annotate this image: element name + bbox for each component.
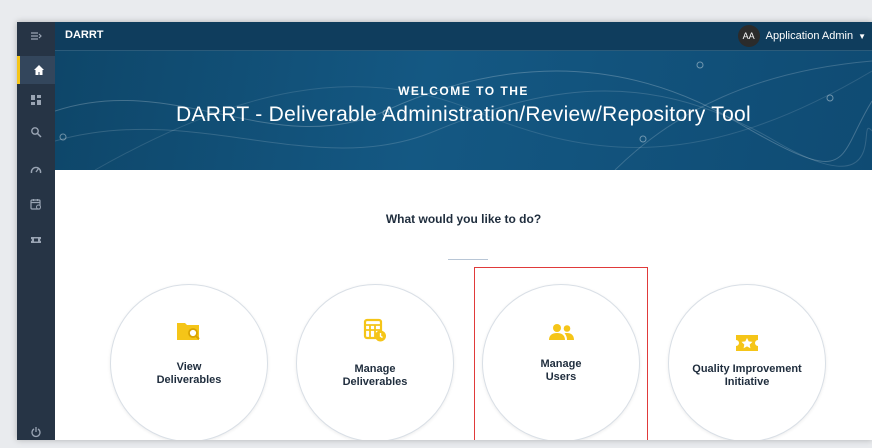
card-label-line2: Deliverables xyxy=(156,374,222,386)
user-menu[interactable]: AA Application Admin ▼ xyxy=(737,25,866,47)
calendar-icon[interactable] xyxy=(17,190,55,218)
avatar[interactable]: AA xyxy=(737,25,760,47)
quality-improvement-initiative-button[interactable]: Quality Improvement Initiative xyxy=(668,284,826,440)
ticket-icon[interactable] xyxy=(17,226,55,254)
card-label-line1: View xyxy=(176,361,202,373)
chevron-down-icon[interactable]: ▼ xyxy=(858,32,866,41)
page-title: DARRT - Deliverable Administration/Revie… xyxy=(176,103,751,126)
menu-toggle-icon[interactable] xyxy=(17,22,55,50)
power-icon[interactable] xyxy=(17,418,55,440)
star-ticket-icon xyxy=(669,333,825,353)
manage-deliverables-button[interactable]: Manage Deliverables xyxy=(296,284,454,440)
highlight-box xyxy=(474,267,648,440)
view-deliverables-button[interactable]: View Deliverables xyxy=(110,284,268,440)
divider xyxy=(448,259,488,260)
welcome-pretitle: WELCOME TO THE xyxy=(398,84,529,98)
app-window: DARRT AA Application Admin ▼ WELCOME TO … xyxy=(17,22,872,440)
dashboard-icon[interactable] xyxy=(17,86,55,114)
welcome-banner: WELCOME TO THE DARRT - Deliverable Admin… xyxy=(55,51,872,170)
action-prompt: What would you like to do? xyxy=(385,212,542,226)
calendar-clock-icon xyxy=(297,317,453,343)
speedometer-icon[interactable] xyxy=(17,156,55,184)
top-bar: DARRT AA Application Admin ▼ xyxy=(55,22,872,51)
card-label-line1: Manage xyxy=(354,363,396,375)
sidebar xyxy=(17,22,58,440)
home-icon[interactable] xyxy=(17,56,58,84)
card-label-line2: Deliverables xyxy=(342,376,408,388)
folder-search-icon xyxy=(111,320,267,342)
card-label-line1: Quality Improvement xyxy=(692,363,802,375)
app-brand[interactable]: DARRT xyxy=(65,29,104,41)
search-icon[interactable] xyxy=(17,118,55,146)
user-name[interactable]: Application Admin xyxy=(766,30,853,42)
card-label-line2: Initiative xyxy=(724,376,770,388)
